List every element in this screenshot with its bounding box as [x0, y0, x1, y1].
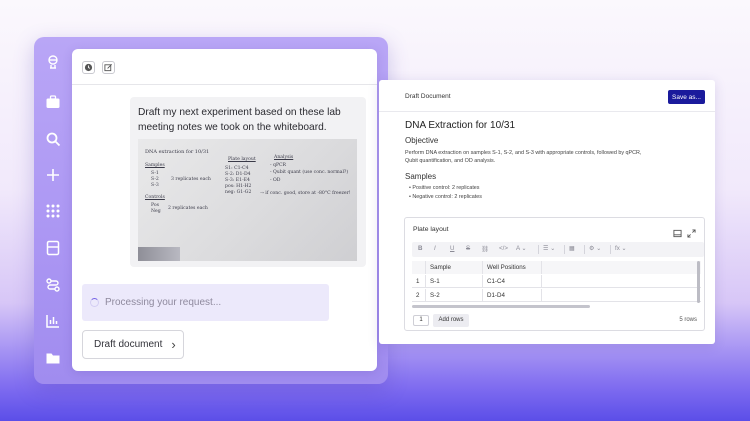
- edit-icon: [104, 64, 112, 72]
- samples-heading: Samples: [405, 172, 437, 181]
- rows-count: 5 rows: [679, 317, 697, 323]
- search-icon[interactable]: [44, 130, 62, 148]
- objective-text: Perform DNA extraction on samples S-1, S…: [405, 150, 642, 164]
- plate-title: Plate layout: [413, 226, 449, 233]
- bullet-item: • Positive control: 2 replicates: [409, 185, 480, 191]
- plus-icon[interactable]: [44, 166, 62, 184]
- sample-cell[interactable]: S-2: [426, 289, 483, 302]
- gear-icon[interactable]: ⚙ ⌄: [589, 245, 601, 252]
- table-row: 2 S-2 D1-D4: [412, 289, 701, 302]
- objective-heading: Objective: [405, 136, 439, 145]
- wells-cell[interactable]: D1-D4: [483, 289, 542, 302]
- row-number: 1: [412, 275, 426, 288]
- wb-samples-note: 3 replicates each: [171, 177, 211, 182]
- wells-cell[interactable]: C1-C4: [483, 275, 542, 288]
- workflow-icon[interactable]: [44, 276, 62, 294]
- chat-toolbar: [72, 49, 377, 85]
- underline-button[interactable]: U: [450, 245, 454, 252]
- processing-text: Processing your request...: [105, 297, 222, 308]
- wb-sample-2: S-2: [151, 177, 159, 182]
- user-message-text: Draft my next experiment based on these …: [138, 107, 341, 133]
- empty-cell[interactable]: [542, 275, 701, 288]
- robot-icon[interactable]: [44, 53, 62, 71]
- expand-icon[interactable]: [687, 225, 696, 238]
- bullet-item: • Negative control: 2 replicates: [409, 194, 482, 200]
- wb-sample-3: S-3: [151, 183, 159, 188]
- horizontal-scrollbar[interactable]: [412, 305, 590, 308]
- whiteboard-image: DNA extraction for 10/31 Samples S-1 S-2…: [138, 139, 357, 261]
- draft-document-button[interactable]: Draft document ›: [82, 330, 184, 359]
- draft-document-label: Draft document: [94, 339, 163, 350]
- wb-plate-line: S1: C1-C4: [225, 166, 249, 171]
- sample-cell[interactable]: S-1: [426, 275, 483, 288]
- folder-icon[interactable]: [44, 349, 62, 367]
- row-number: 2: [412, 289, 426, 302]
- wb-title: DNA extraction for 10/31: [145, 149, 210, 155]
- empty-cell[interactable]: [542, 289, 701, 302]
- notebook-icon[interactable]: [44, 239, 62, 257]
- history-button[interactable]: [82, 61, 95, 74]
- wb-analysis-line: - OD: [270, 178, 281, 183]
- wb-plate-line: neg: G1-G2: [225, 190, 252, 195]
- history-icon: [84, 63, 93, 72]
- formula-button[interactable]: fx ⌄: [615, 245, 627, 252]
- bold-button[interactable]: B: [418, 245, 422, 252]
- chart-icon[interactable]: [44, 312, 62, 330]
- chat-panel: Draft my next experiment based on these …: [72, 49, 377, 371]
- wb-analysis-heading: Analysis: [274, 155, 294, 160]
- table-row: 1 S-1 C1-C4: [412, 275, 701, 288]
- plate-layout-table: Plate layout B I U S ⛓ </> A ⌄ ☰ ⌄ ▦ ⚙ ⌄…: [404, 217, 705, 331]
- font-color-button[interactable]: A ⌄: [516, 245, 527, 252]
- wb-controls-note: 2 replicates each: [168, 206, 208, 211]
- header-row: Sample Well Positions: [412, 261, 701, 274]
- italic-button[interactable]: I: [434, 245, 436, 252]
- wb-analysis-line: - qPCR: [270, 163, 287, 168]
- edit-button[interactable]: [102, 61, 115, 74]
- vertical-scrollbar[interactable]: [697, 261, 700, 303]
- wb-plate-line: S-3: E1-E4: [225, 178, 250, 183]
- column-header[interactable]: Well Positions: [483, 261, 542, 274]
- code-icon[interactable]: </>: [499, 245, 508, 252]
- save-as-button[interactable]: Save as...: [668, 90, 705, 104]
- grid-icon[interactable]: [44, 202, 62, 220]
- column-header[interactable]: Sample: [426, 261, 483, 274]
- wb-control-pos: Pos: [151, 203, 160, 208]
- briefcase-icon[interactable]: [44, 93, 62, 111]
- format-toolbar: B I U S ⛓ </> A ⌄ ☰ ⌄ ▦ ⚙ ⌄ fx ⌄: [412, 242, 704, 257]
- toolbar-divider: [584, 245, 585, 254]
- row-number-header: [412, 261, 426, 274]
- add-rows-count-input[interactable]: 1: [413, 315, 429, 326]
- wb-analysis-line: → if conc. good, store at -80°C freezer!: [260, 191, 351, 196]
- toolbar-divider: [564, 245, 565, 254]
- doc-header: Draft Document Save as...: [379, 80, 715, 112]
- draft-document-panel: Draft Document Save as... DNA Extraction…: [379, 80, 715, 344]
- align-icon[interactable]: ☰ ⌄: [543, 245, 555, 252]
- wb-plate-line: pos: H1-H2: [225, 184, 252, 189]
- wb-analysis-line: - Qubit quant (use conc. normal?): [270, 170, 349, 175]
- wb-sample-1: S-1: [151, 171, 159, 176]
- toolbar-divider: [538, 245, 539, 254]
- spinner-icon: [90, 298, 99, 307]
- wb-control-neg: Neg: [151, 209, 161, 214]
- link-icon[interactable]: ⛓: [481, 245, 489, 253]
- wb-samples-heading: Samples: [145, 163, 165, 168]
- add-rows-button[interactable]: Add rows: [433, 314, 469, 327]
- empty-column-header: [542, 261, 701, 274]
- processing-status: Processing your request...: [82, 284, 329, 321]
- doc-title: DNA Extraction for 10/31: [405, 120, 516, 131]
- marker-tray: [138, 247, 180, 261]
- wb-plate-line: S-2: D1-D4: [225, 172, 251, 177]
- table-icon[interactable]: ▦: [569, 245, 575, 252]
- chevron-right-icon: ›: [171, 337, 176, 352]
- toolbar-divider: [610, 245, 611, 254]
- panel-icon[interactable]: [673, 225, 682, 238]
- user-message: Draft my next experiment based on these …: [130, 97, 366, 267]
- strike-button[interactable]: S: [466, 245, 470, 252]
- doc-header-title: Draft Document: [405, 93, 451, 100]
- wb-plate-heading: Plate layout: [228, 157, 256, 162]
- wb-controls-heading: Controls: [145, 195, 165, 200]
